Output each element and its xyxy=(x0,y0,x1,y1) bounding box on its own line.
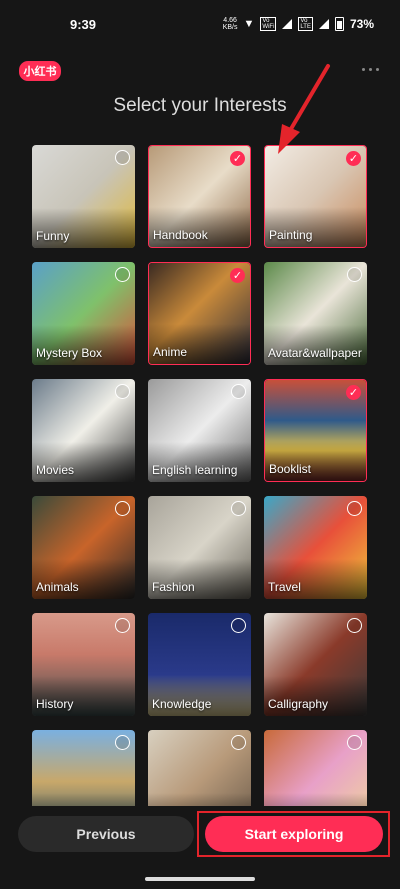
signal-icon-2 xyxy=(318,19,329,29)
interest-card[interactable]: History xyxy=(32,613,135,716)
interest-card[interactable]: ✓ Booklist xyxy=(264,379,367,482)
interest-label: History xyxy=(36,697,74,711)
interest-card[interactable]: ✓ Anime xyxy=(148,262,251,365)
interest-label: Painting xyxy=(269,228,313,242)
interest-label: English learning xyxy=(152,463,238,477)
unchecked-circle-icon[interactable] xyxy=(231,618,246,633)
status-icons: 4.66 KB/s ▼ Vo WiFi Vo LTE 73% xyxy=(223,17,374,31)
interest-card[interactable]: Knowledge xyxy=(148,613,251,716)
interest-card[interactable]: ✓ Handbook xyxy=(148,145,251,248)
interest-label: Funny xyxy=(36,229,70,243)
unchecked-circle-icon[interactable] xyxy=(347,267,362,282)
interest-card[interactable]: Funny xyxy=(32,145,135,248)
unchecked-circle-icon[interactable] xyxy=(115,735,130,750)
unchecked-circle-icon[interactable] xyxy=(347,735,362,750)
interest-card[interactable]: Mystery Box xyxy=(32,262,135,365)
net-speed: 4.66 KB/s xyxy=(222,17,238,31)
vowifi-label: Vo WiFi xyxy=(260,17,277,31)
battery-percent: 73% xyxy=(349,17,374,31)
interest-card[interactable]: Animals xyxy=(32,496,135,599)
start-exploring-button[interactable]: Start exploring xyxy=(205,816,383,852)
checkmark-icon[interactable]: ✓ xyxy=(230,268,245,283)
app-logo: 小红书 xyxy=(19,61,61,81)
previous-button[interactable]: Previous xyxy=(18,816,194,852)
checkmark-icon[interactable]: ✓ xyxy=(346,385,361,400)
annotation-arrow-icon xyxy=(278,64,330,154)
unchecked-circle-icon[interactable] xyxy=(347,501,362,516)
checkmark-icon[interactable]: ✓ xyxy=(230,151,245,166)
interest-card[interactable]: Movies xyxy=(32,379,135,482)
interest-label: Handbook xyxy=(153,228,208,242)
status-bar: 9:39 4.66 KB/s ▼ Vo WiFi Vo LTE 73% xyxy=(0,0,400,48)
unchecked-circle-icon[interactable] xyxy=(115,267,130,282)
interest-label: Fashion xyxy=(152,580,195,594)
unchecked-circle-icon[interactable] xyxy=(231,501,246,516)
page-title: Select your Interests xyxy=(113,95,287,116)
interest-label: Knowledge xyxy=(152,697,212,711)
interest-label: Animals xyxy=(36,580,79,594)
signal-icon xyxy=(282,19,293,29)
interest-card[interactable]: Fashion xyxy=(148,496,251,599)
unchecked-circle-icon[interactable] xyxy=(231,384,246,399)
wifi-icon: ▼ xyxy=(243,18,255,30)
interests-grid: Funny ✓ Handbook ✓ Painting Mystery Box ✓ Anime… xyxy=(32,145,368,833)
interest-card[interactable]: Calligraphy xyxy=(264,613,367,716)
unchecked-circle-icon[interactable] xyxy=(115,618,130,633)
interest-label: Avatar&wallpaper xyxy=(268,346,362,360)
more-icon[interactable] xyxy=(362,68,384,74)
interest-card[interactable]: English learning xyxy=(148,379,251,482)
status-time: 9:39 xyxy=(70,16,97,32)
interest-label: Movies xyxy=(36,463,75,477)
interest-label: Anime xyxy=(153,345,188,359)
volte-label: Vo LTE xyxy=(298,17,313,31)
interest-label: Booklist xyxy=(269,462,312,476)
interest-card[interactable]: Avatar&wallpaper xyxy=(264,262,367,365)
home-indicator xyxy=(145,877,255,881)
interest-label: Mystery Box xyxy=(36,346,103,360)
unchecked-circle-icon[interactable] xyxy=(115,384,130,399)
unchecked-circle-icon[interactable] xyxy=(347,618,362,633)
unchecked-circle-icon[interactable] xyxy=(115,150,130,165)
unchecked-circle-icon[interactable] xyxy=(231,735,246,750)
interest-card[interactable]: Travel xyxy=(264,496,367,599)
checkmark-icon[interactable]: ✓ xyxy=(346,151,361,166)
interest-label: Travel xyxy=(268,580,301,594)
unchecked-circle-icon[interactable] xyxy=(115,501,130,516)
interest-label: Calligraphy xyxy=(268,697,329,711)
battery-icon xyxy=(334,17,344,31)
